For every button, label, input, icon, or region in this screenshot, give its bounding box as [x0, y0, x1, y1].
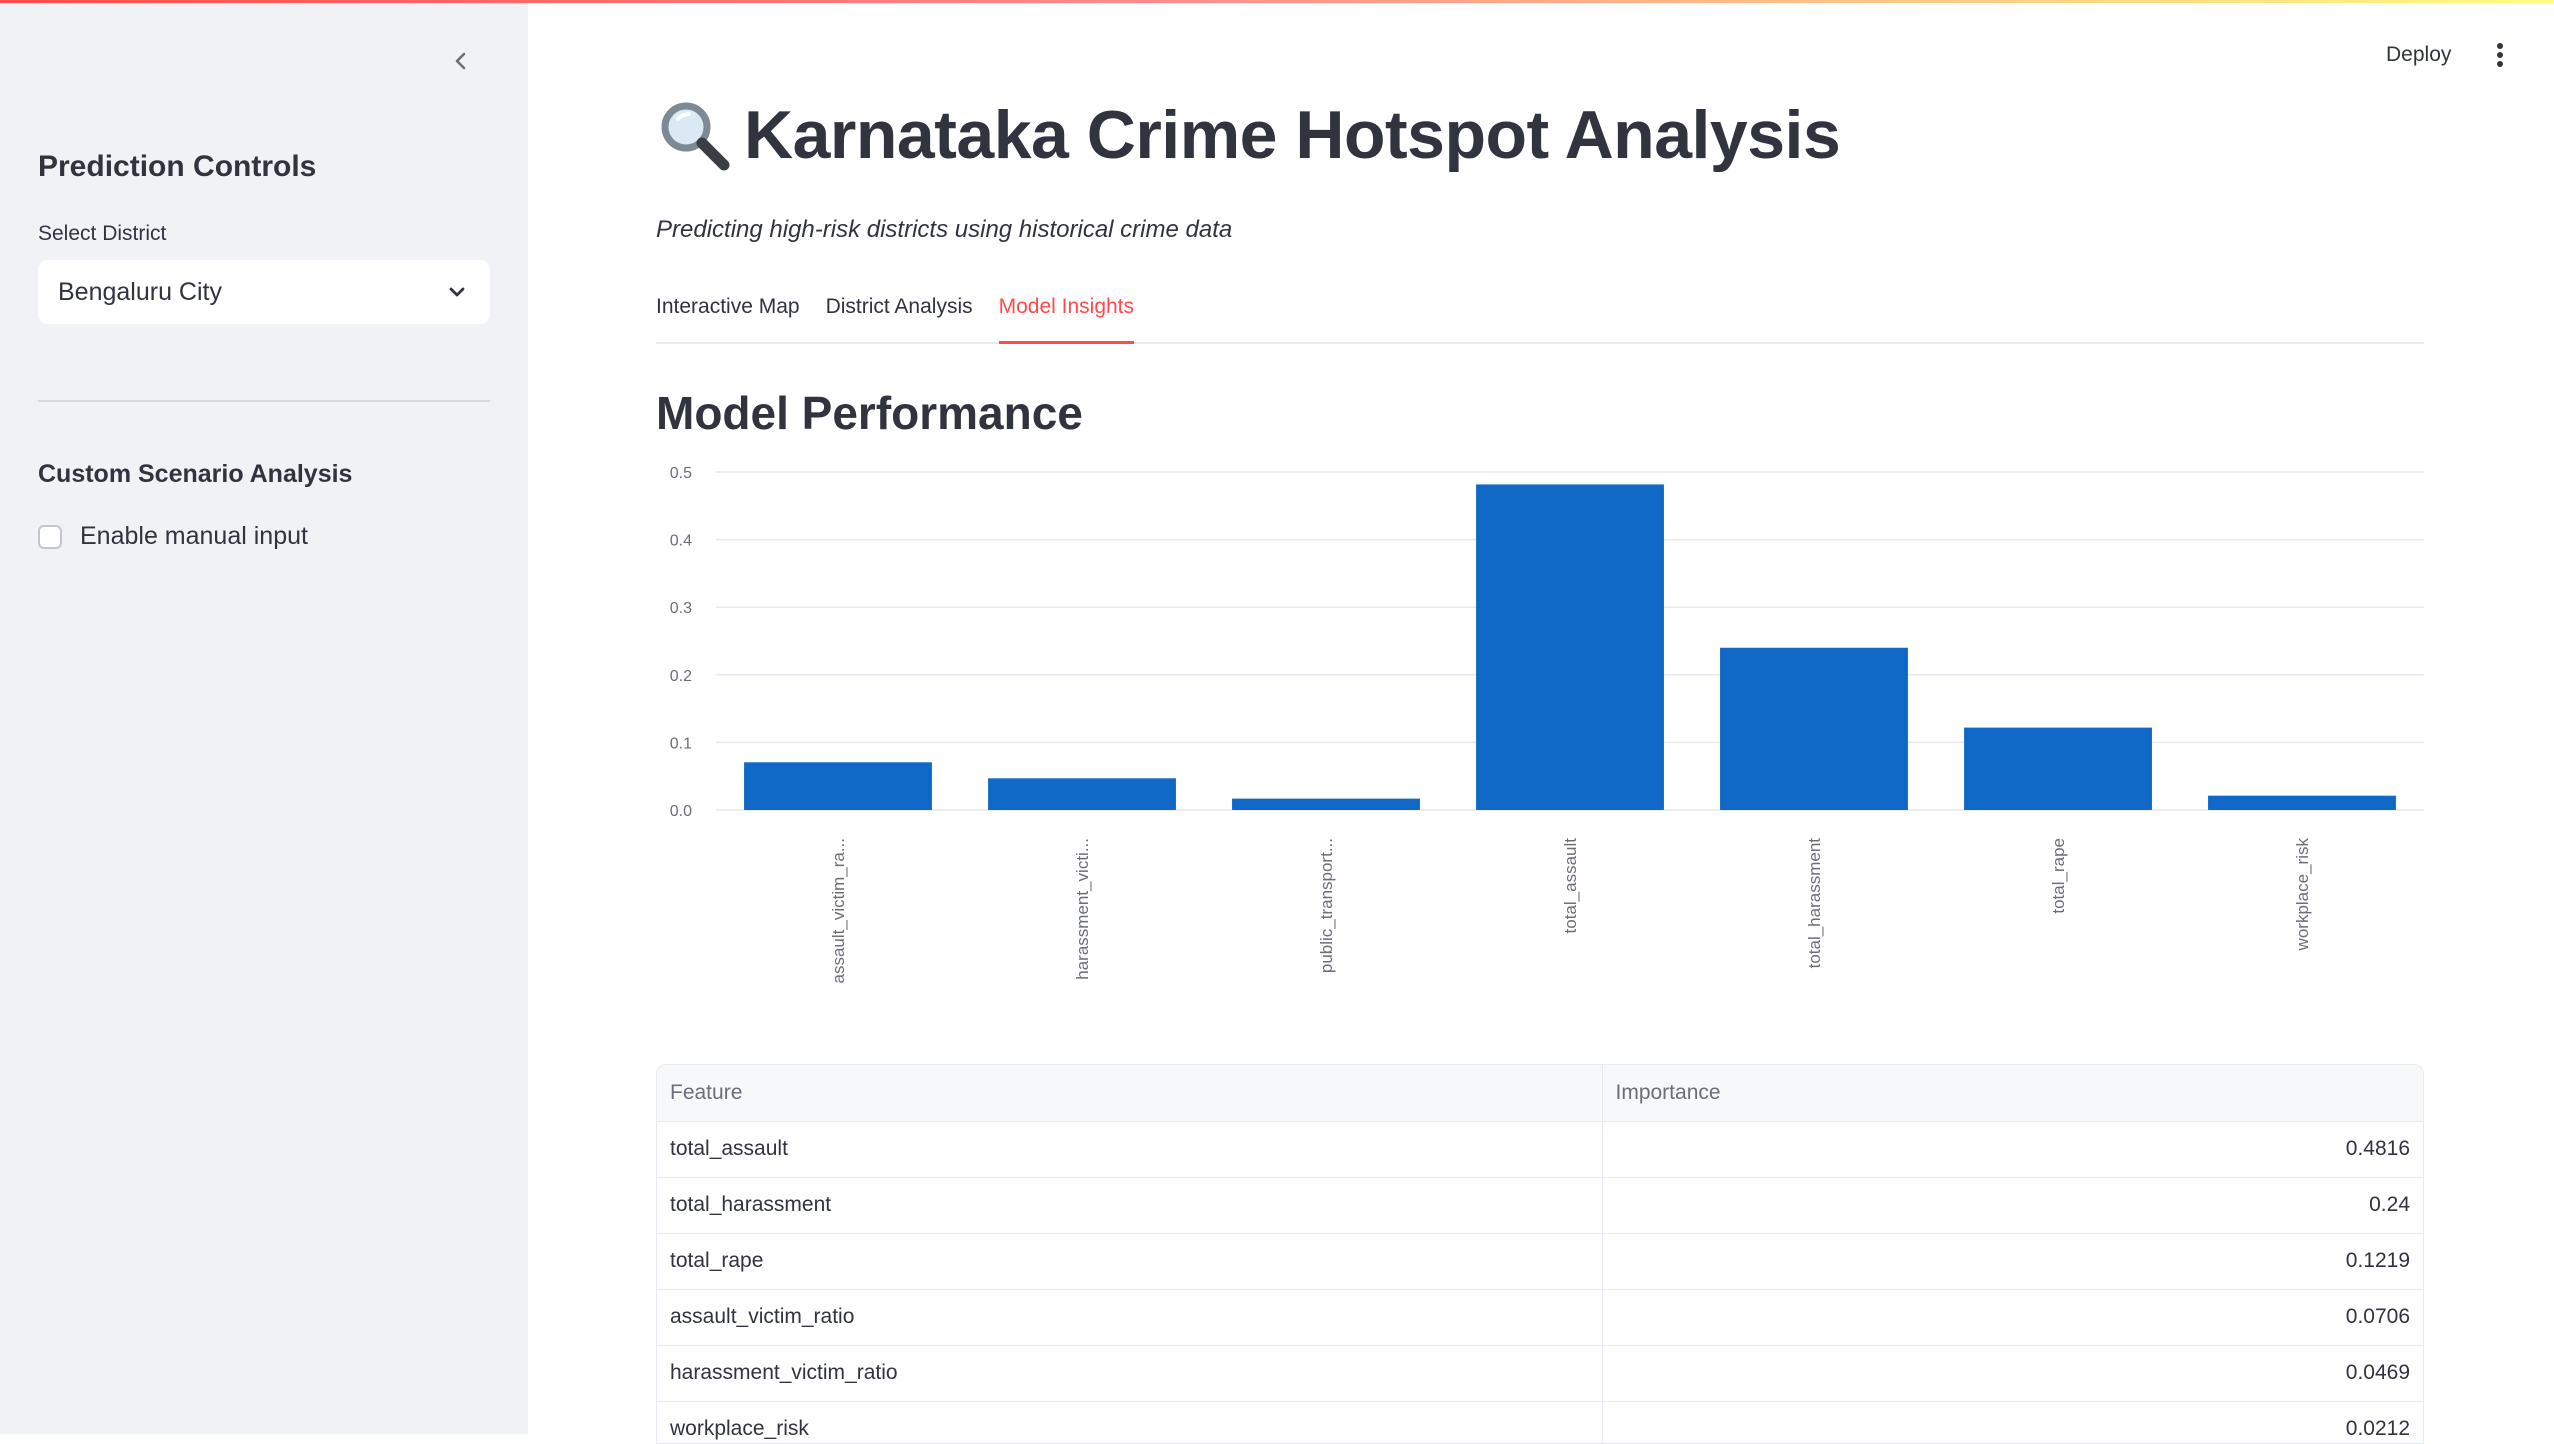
feature-cell[interactable]: workplace_risk [657, 1401, 1603, 1443]
y-tick-label: 0.0 [670, 803, 692, 820]
importance-cell[interactable]: 0.4816 [1602, 1121, 2423, 1178]
main-menu-button[interactable] [2484, 38, 2516, 72]
feature-cell[interactable]: assault_victim_ratio [657, 1289, 1603, 1346]
table-row: total_rape 0.1219 [657, 1233, 2423, 1290]
page-subtitle: Predicting high-risk districts using his… [656, 216, 1233, 243]
select-district-label: Select District [38, 222, 167, 245]
page-title: Karnataka Crime Hotspot Analysis [744, 97, 1841, 173]
feature-importance-chart: 0.0 0.1 0.2 0.3 0.4 0.5 assault_victim_ra... h… [670, 465, 2424, 984]
deploy-button[interactable]: Deploy [2368, 34, 2469, 76]
district-select[interactable]: Bengaluru City [38, 260, 490, 324]
importance-cell[interactable]: 0.0212 [1602, 1401, 2423, 1443]
magnifier-icon [661, 102, 730, 171]
tab-interactive-map[interactable]: Interactive Map [656, 290, 800, 342]
chevron-left-icon [455, 52, 466, 70]
x-tick-label: public_transport... [1317, 838, 1336, 973]
chart-bar[interactable] [744, 762, 932, 810]
feature-cell[interactable]: total_assault [657, 1121, 1603, 1178]
column-header-importance[interactable]: Importance [1602, 1065, 2423, 1122]
importance-cell[interactable]: 0.1219 [1602, 1233, 2423, 1290]
y-tick-label: 0.2 [670, 668, 692, 685]
x-tick-label: harassment_victi... [1073, 838, 1092, 980]
tab-bar: Interactive Map District Analysis Model … [656, 290, 2424, 344]
chart-bar[interactable] [1232, 798, 1420, 810]
y-tick-label: 0.5 [670, 465, 692, 482]
chevron-down-icon [449, 287, 465, 297]
importance-cell[interactable]: 0.24 [1602, 1177, 2423, 1234]
feature-cell[interactable]: total_rape [657, 1233, 1603, 1290]
x-tick-label: workplace_risk [2293, 838, 2312, 952]
tab-model-insights[interactable]: Model Insights [998, 290, 1135, 344]
feature-cell[interactable]: harassment_victim_ratio [657, 1345, 1603, 1402]
importance-cell[interactable]: 0.0469 [1602, 1345, 2423, 1402]
chart-bar[interactable] [988, 778, 1176, 810]
table-row: total_assault 0.4816 [657, 1121, 2423, 1178]
importance-cell[interactable]: 0.0706 [1602, 1289, 2423, 1346]
feature-importance-table[interactable]: Feature Importance total_assault 0.4816 … [656, 1064, 2424, 1444]
x-tick-label: total_rape [2049, 838, 2068, 914]
chart-bar[interactable] [1964, 727, 2152, 810]
y-tick-label: 0.1 [670, 735, 692, 752]
chart-bars [744, 484, 2396, 810]
chart-y-ticks: 0.0 0.1 0.2 0.3 0.4 0.5 [670, 465, 692, 820]
sidebar: Prediction Controls Select District Beng… [0, 0, 528, 1434]
y-tick-label: 0.3 [670, 600, 692, 617]
manual-input-label: Enable manual input [80, 522, 308, 550]
district-select-value: Bengaluru City [58, 277, 222, 306]
feature-cell[interactable]: total_harassment [657, 1177, 1603, 1234]
table-row: assault_victim_ratio 0.0706 [657, 1289, 2423, 1346]
sidebar-heading: Prediction Controls [38, 150, 317, 183]
x-tick-label: total_assault [1561, 838, 1580, 934]
section-heading: Model Performance [656, 387, 1083, 439]
table-row: workplace_risk 0.0212 [657, 1401, 2423, 1443]
x-tick-label: assault_victim_ra... [829, 838, 848, 984]
table-row: total_harassment 0.24 [657, 1177, 2423, 1234]
title-row: Karnataka Crime Hotspot Analysis [656, 96, 1841, 174]
kebab-menu-icon [2497, 43, 2503, 67]
table-header-row: Feature Importance [657, 1065, 2423, 1122]
sidebar-divider [38, 400, 490, 402]
tab-district-analysis[interactable]: District Analysis [826, 290, 973, 342]
custom-scenario-heading: Custom Scenario Analysis [38, 460, 353, 488]
chart-bar[interactable] [2208, 795, 2396, 810]
chart-bar[interactable] [1476, 484, 1664, 810]
chart-bar[interactable] [1720, 647, 1908, 810]
column-header-feature[interactable]: Feature [657, 1065, 1603, 1122]
x-tick-label: total_harassment [1805, 838, 1824, 969]
table-row: harassment_victim_ratio 0.0469 [657, 1345, 2423, 1402]
manual-input-checkbox[interactable] [38, 524, 62, 549]
manual-input-toggle[interactable]: Enable manual input [38, 522, 308, 551]
top-decoration-bar [0, 0, 2554, 3]
y-tick-label: 0.4 [670, 533, 692, 550]
collapse-sidebar-button[interactable] [446, 46, 476, 76]
chart-x-ticks: assault_victim_ra... harassment_victi... p… [829, 838, 2312, 984]
